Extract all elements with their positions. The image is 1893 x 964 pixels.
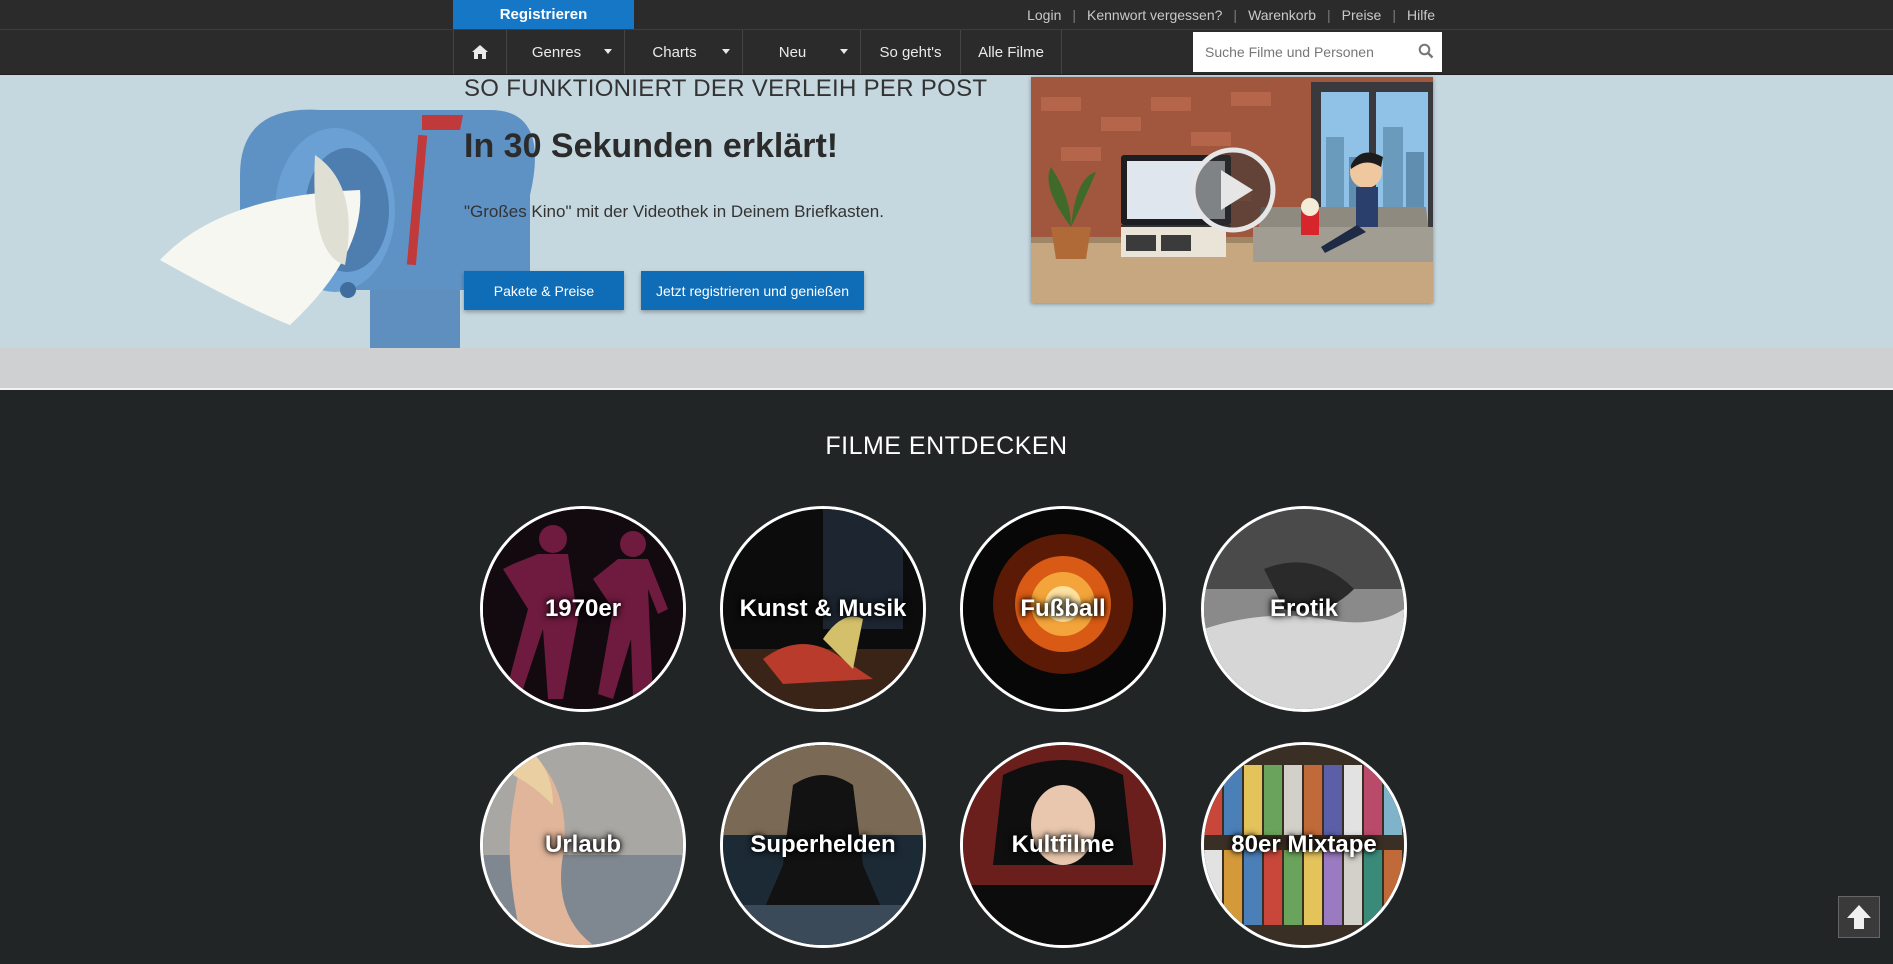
top-links: Login | Kennwort vergessen? | Warenkorb … [1027, 0, 1435, 29]
category-label: 80er Mixtape [1231, 831, 1377, 858]
separator: | [1327, 6, 1331, 23]
nav-how-it-works-label: So geht's [879, 43, 942, 61]
hero-banner: SO FUNKTIONIERT DER VERLEIH PER POST In … [0, 75, 1893, 348]
forgot-password-link[interactable]: Kennwort vergessen? [1087, 7, 1222, 23]
packages-prices-button[interactable]: Pakete & Preise [464, 271, 624, 310]
hero-title: In 30 Sekunden erklärt! [464, 127, 839, 165]
separator: | [1392, 6, 1396, 23]
register-button[interactable]: Registrieren [453, 0, 634, 29]
category-vacation[interactable]: Urlaub [480, 742, 686, 948]
explainer-video[interactable] [1031, 77, 1433, 303]
category-80s-mixtape[interactable]: 80er Mixtape [1201, 742, 1407, 948]
caret-down-icon [604, 49, 612, 54]
separator: | [1072, 6, 1076, 23]
nav-charts[interactable]: Charts [624, 30, 742, 74]
caret-down-icon [722, 49, 730, 54]
cart-link[interactable]: Warenkorb [1248, 7, 1316, 23]
caret-down-icon [840, 49, 848, 54]
login-link[interactable]: Login [1027, 7, 1061, 23]
nav-new-label: Neu [778, 43, 807, 61]
nav-genres[interactable]: Genres [506, 30, 624, 74]
top-bar: Registrieren Login | Kennwort vergessen?… [0, 0, 1893, 30]
category-label: Fußball [1020, 595, 1106, 622]
nav-genres-label: Genres [531, 43, 582, 61]
nav-charts-label: Charts [652, 43, 697, 61]
nav-all-movies[interactable]: Alle Filme [960, 30, 1062, 74]
category-art-music[interactable]: Kunst & Musik [720, 506, 926, 712]
hero-kicker: SO FUNKTIONIERT DER VERLEIH PER POST [464, 75, 988, 102]
main-navbar: Genres Charts Neu So geht's Alle Filme [0, 30, 1893, 75]
category-label: Kultfilme [1011, 831, 1115, 858]
category-label: Erotik [1269, 595, 1338, 622]
nav-all-movies-label: Alle Filme [978, 43, 1044, 61]
discover-title: FILME ENTDECKEN [825, 432, 1068, 460]
category-erotic[interactable]: Erotik [1201, 506, 1407, 712]
video-thumbnail [1031, 77, 1433, 303]
search-input[interactable] [1203, 43, 1417, 61]
arrow-up-icon [1847, 905, 1871, 929]
register-now-button[interactable]: Jetzt registrieren und genießen [641, 271, 864, 310]
prices-link[interactable]: Preise [1342, 7, 1382, 23]
scroll-to-top-button[interactable] [1838, 896, 1880, 938]
home-icon [472, 45, 488, 59]
nav-home[interactable] [453, 30, 506, 74]
category-superheroes[interactable]: Superhelden [720, 742, 926, 948]
category-cult-films[interactable]: Kultfilme [960, 742, 1166, 948]
search-icon[interactable] [1418, 43, 1434, 59]
nav-new[interactable]: Neu [742, 30, 860, 74]
category-label: Superhelden [750, 831, 896, 858]
category-label: Kunst & Musik [739, 595, 907, 622]
main-nav: Genres Charts Neu So geht's Alle Filme [453, 30, 1062, 74]
search-box [1193, 32, 1442, 72]
hero-subtitle: "Großes Kino" mit der Videothek in Deine… [464, 202, 884, 221]
category-label: 1970er [544, 595, 622, 622]
nav-how-it-works[interactable]: So geht's [860, 30, 960, 74]
help-link[interactable]: Hilfe [1407, 7, 1435, 23]
hero-footer-strip [0, 348, 1893, 388]
divider [0, 388, 1893, 390]
category-1970s[interactable]: 1970er [480, 506, 686, 712]
category-label: Urlaub [544, 831, 621, 858]
separator: | [1233, 6, 1238, 23]
category-football[interactable]: Fußball [960, 506, 1166, 712]
